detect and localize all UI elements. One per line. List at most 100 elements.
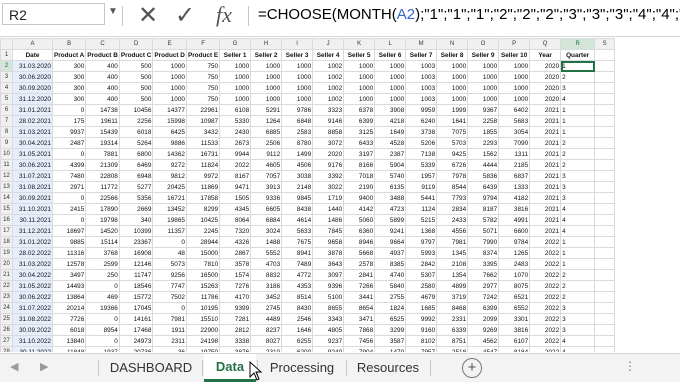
cell-g23[interactable]: 4170 — [219, 291, 252, 303]
cell-n26[interactable]: 6339 — [436, 324, 469, 336]
cell-j11[interactable]: 9176 — [312, 159, 345, 171]
cell-e5[interactable]: 1000 — [152, 93, 187, 105]
cell-f10[interactable]: 16731 — [185, 148, 221, 160]
cell-i10[interactable]: 1499 — [281, 148, 314, 160]
cell-h17[interactable]: 3024 — [250, 225, 283, 237]
cell-n25[interactable]: 2331 — [436, 313, 469, 325]
cell-j15[interactable]: 1440 — [312, 203, 345, 215]
column-header-a[interactable]: A — [12, 38, 53, 50]
cell-o17[interactable]: 5071 — [467, 225, 500, 237]
row-header[interactable]: 13 — [0, 181, 13, 193]
column-header-c[interactable]: C — [85, 38, 120, 50]
cell-m3[interactable]: 1003 — [405, 71, 438, 83]
cell-h5[interactable]: 1000 — [250, 93, 283, 105]
cell-f18[interactable]: 28944 — [185, 236, 221, 248]
cell-g18[interactable]: 4326 — [219, 236, 252, 248]
row-header[interactable]: 18 — [0, 236, 13, 248]
cell-e13[interactable]: 20425 — [152, 181, 187, 193]
cell-o10[interactable]: 1562 — [467, 148, 500, 160]
cell-s4[interactable] — [594, 82, 616, 94]
cell-s17[interactable] — [594, 225, 616, 237]
cell-a14[interactable]: 30.09.2021 — [12, 192, 53, 204]
cell-s26[interactable] — [594, 324, 616, 336]
cell-b15[interactable]: 2415 — [51, 203, 87, 215]
cell-r27[interactable]: 4 — [560, 335, 596, 347]
cell-r15[interactable]: 4 — [560, 203, 596, 215]
cell-g24[interactable]: 9399 — [219, 302, 252, 314]
cell-n27[interactable]: 8751 — [436, 335, 469, 347]
cell-a1[interactable]: Date — [12, 49, 53, 61]
cell-d16[interactable]: 340 — [118, 214, 154, 226]
cell-l12[interactable]: 5740 — [374, 170, 407, 182]
cell-c1[interactable]: Product B — [85, 49, 120, 61]
cell-r18[interactable]: 1 — [560, 236, 596, 248]
cell-p15[interactable]: 3816 — [498, 203, 531, 215]
cell-l5[interactable]: 1000 — [374, 93, 407, 105]
cell-p14[interactable]: 4182 — [498, 192, 531, 204]
cell-j26[interactable]: 4805 — [312, 324, 345, 336]
cell-c21[interactable]: 250 — [85, 269, 120, 281]
cell-s18[interactable] — [594, 236, 616, 248]
cell-p27[interactable]: 6107 — [498, 335, 531, 347]
cell-p25[interactable]: 3301 — [498, 313, 531, 325]
cell-d11[interactable]: 6469 — [118, 159, 154, 171]
cell-q13[interactable]: 2021 — [529, 181, 562, 193]
cell-j1[interactable]: Seller 4 — [312, 49, 345, 61]
cell-s10[interactable] — [594, 148, 616, 160]
cell-d7[interactable]: 2256 — [118, 115, 154, 127]
cell-c16[interactable]: 19798 — [85, 214, 120, 226]
cell-p10[interactable]: 1311 — [498, 148, 531, 160]
cell-d23[interactable]: 15772 — [118, 291, 154, 303]
cell-c14[interactable]: 22566 — [85, 192, 120, 204]
cell-d15[interactable]: 2669 — [118, 203, 154, 215]
cell-m28[interactable]: 7957 — [405, 346, 438, 352]
cell-p17[interactable]: 6600 — [498, 225, 531, 237]
cell-m10[interactable]: 7138 — [405, 148, 438, 160]
cell-f25[interactable]: 15510 — [185, 313, 221, 325]
cell-o11[interactable]: 4444 — [467, 159, 500, 171]
cell-n17[interactable]: 4556 — [436, 225, 469, 237]
cell-k16[interactable]: 5060 — [343, 214, 376, 226]
cell-g8[interactable]: 2430 — [219, 126, 252, 138]
cell-a9[interactable]: 30.04.2021 — [12, 137, 53, 149]
cell-o3[interactable]: 1000 — [467, 71, 500, 83]
cell-d19[interactable]: 16908 — [118, 247, 154, 259]
cell-g22[interactable]: 7276 — [219, 280, 252, 292]
cell-n14[interactable]: 7793 — [436, 192, 469, 204]
cell-m8[interactable]: 3738 — [405, 126, 438, 138]
cell-j21[interactable]: 3097 — [312, 269, 345, 281]
cell-h10[interactable]: 9112 — [250, 148, 283, 160]
cell-g17[interactable]: 7320 — [219, 225, 252, 237]
cell-e21[interactable]: 9256 — [152, 269, 187, 281]
cell-q3[interactable]: 2020 — [529, 71, 562, 83]
cell-k24[interactable]: 8654 — [343, 302, 376, 314]
cell-g3[interactable]: 1000 — [219, 71, 252, 83]
cell-c2[interactable]: 400 — [85, 60, 120, 72]
cell-f9[interactable]: 11533 — [185, 137, 221, 149]
row-header[interactable]: 3 — [0, 71, 13, 83]
cell-s7[interactable] — [594, 115, 616, 127]
cell-q18[interactable]: 2022 — [529, 236, 562, 248]
cell-g16[interactable]: 8064 — [219, 214, 252, 226]
cell-j19[interactable]: 3878 — [312, 247, 345, 259]
cell-s19[interactable] — [594, 247, 616, 259]
cell-q4[interactable]: 2020 — [529, 82, 562, 94]
column-header-m[interactable]: M — [405, 38, 438, 50]
cell-s21[interactable] — [594, 269, 616, 281]
cell-l9[interactable]: 4528 — [374, 137, 407, 149]
cell-n8[interactable]: 7075 — [436, 126, 469, 138]
cell-o24[interactable]: 6399 — [467, 302, 500, 314]
column-header-b[interactable]: B — [51, 38, 87, 50]
cell-i24[interactable]: 8430 — [281, 302, 314, 314]
cell-p9[interactable]: 7090 — [498, 137, 531, 149]
column-header-l[interactable]: L — [374, 38, 407, 50]
cell-n10[interactable]: 9425 — [436, 148, 469, 160]
cell-o22[interactable]: 2977 — [467, 280, 500, 292]
cell-l6[interactable]: 3908 — [374, 104, 407, 116]
cell-j22[interactable]: 9396 — [312, 280, 345, 292]
cell-s8[interactable] — [594, 126, 616, 138]
cell-h27[interactable]: 8027 — [250, 335, 283, 347]
cell-i3[interactable]: 1000 — [281, 71, 314, 83]
cell-f11[interactable]: 11824 — [185, 159, 221, 171]
cell-e18[interactable]: 0 — [152, 236, 187, 248]
